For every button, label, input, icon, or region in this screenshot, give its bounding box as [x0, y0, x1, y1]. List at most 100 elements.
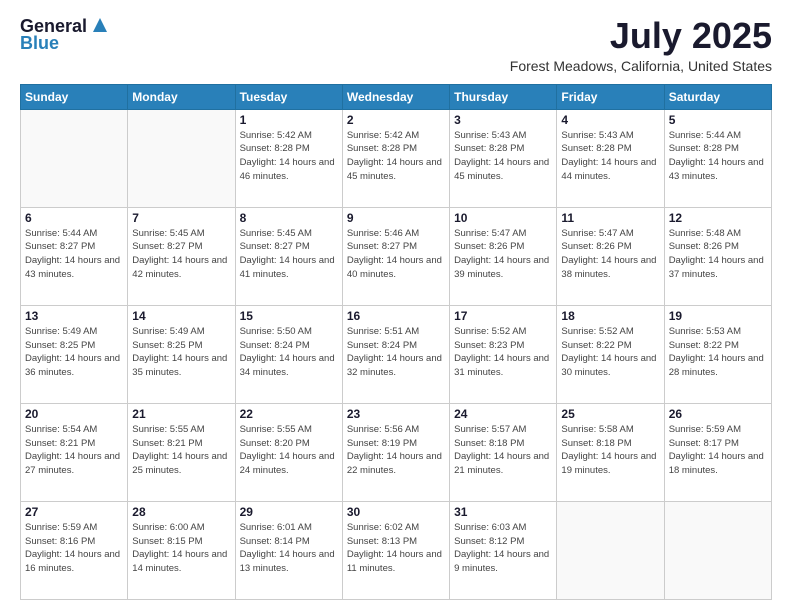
- day-number: 30: [347, 505, 445, 519]
- calendar-cell: 26 Sunrise: 5:59 AMSunset: 8:17 PMDayligh…: [664, 403, 771, 501]
- cell-content: Sunrise: 5:58 AMSunset: 8:18 PMDaylight:…: [561, 423, 659, 478]
- col-header-monday: Monday: [128, 84, 235, 109]
- cell-content: Sunrise: 5:59 AMSunset: 8:16 PMDaylight:…: [25, 521, 123, 576]
- cell-content: Sunrise: 5:52 AMSunset: 8:23 PMDaylight:…: [454, 325, 552, 380]
- calendar-header-row: SundayMondayTuesdayWednesdayThursdayFrid…: [21, 84, 772, 109]
- cell-content: Sunrise: 5:45 AMSunset: 8:27 PMDaylight:…: [240, 227, 338, 282]
- day-number: 5: [669, 113, 767, 127]
- title-month: July 2025: [510, 16, 772, 56]
- calendar-cell: 20Sunrise: 5:54 AMSunset: 8:21 PMDayligh…: [21, 403, 128, 501]
- calendar-week-2: 6Sunrise: 5:44 AMSunset: 8:27 PMDaylight…: [21, 207, 772, 305]
- cell-content: Sunrise: 5:42 AMSunset: 8:28 PMDaylight:…: [347, 129, 445, 184]
- calendar-cell: 15 Sunrise: 5:50 AMSunset: 8:24 PMDayligh…: [235, 305, 342, 403]
- calendar-cell: 23Sunrise: 5:56 AMSunset: 8:19 PMDayligh…: [342, 403, 449, 501]
- calendar-cell: 8 Sunrise: 5:45 AMSunset: 8:27 PMDaylight…: [235, 207, 342, 305]
- day-number: 10: [454, 211, 552, 225]
- day-number: 29: [240, 505, 338, 519]
- cell-content: Sunrise: 5:54 AMSunset: 8:21 PMDaylight:…: [25, 423, 123, 478]
- calendar-cell: 18 Sunrise: 5:52 AMSunset: 8:22 PMDayligh…: [557, 305, 664, 403]
- calendar-cell: 30 Sunrise: 6:02 AMSunset: 8:13 PMDayligh…: [342, 501, 449, 599]
- calendar-cell: 10 Sunrise: 5:47 AMSunset: 8:26 PMDayligh…: [450, 207, 557, 305]
- calendar-cell: 12Sunrise: 5:48 AMSunset: 8:26 PMDayligh…: [664, 207, 771, 305]
- calendar-week-1: 1 Sunrise: 5:42 AMSunset: 8:28 PMDaylight…: [21, 109, 772, 207]
- header: General Blue July 2025 Forest Meadows, C…: [20, 16, 772, 74]
- cell-content: Sunrise: 5:43 AMSunset: 8:28 PMDaylight:…: [454, 129, 552, 184]
- cell-content: Sunrise: 5:57 AMSunset: 8:18 PMDaylight:…: [454, 423, 552, 478]
- day-number: 1: [240, 113, 338, 127]
- calendar-cell: [664, 501, 771, 599]
- logo-blue: Blue: [20, 33, 59, 54]
- calendar-cell: 7 Sunrise: 5:45 AMSunset: 8:27 PMDaylight…: [128, 207, 235, 305]
- calendar-cell: [128, 109, 235, 207]
- cell-content: Sunrise: 5:49 AMSunset: 8:25 PMDaylight:…: [132, 325, 230, 380]
- calendar-week-5: 27 Sunrise: 5:59 AMSunset: 8:16 PMDayligh…: [21, 501, 772, 599]
- calendar-cell: [21, 109, 128, 207]
- cell-content: Sunrise: 5:51 AMSunset: 8:24 PMDaylight:…: [347, 325, 445, 380]
- calendar-cell: 16 Sunrise: 5:51 AMSunset: 8:24 PMDayligh…: [342, 305, 449, 403]
- calendar-cell: 4Sunrise: 5:43 AMSunset: 8:28 PMDaylight…: [557, 109, 664, 207]
- day-number: 2: [347, 113, 445, 127]
- calendar-cell: 22 Sunrise: 5:55 AMSunset: 8:20 PMDayligh…: [235, 403, 342, 501]
- calendar-cell: 21Sunrise: 5:55 AMSunset: 8:21 PMDayligh…: [128, 403, 235, 501]
- logo: General Blue: [20, 16, 111, 54]
- cell-content: Sunrise: 5:49 AMSunset: 8:25 PMDaylight:…: [25, 325, 123, 380]
- cell-content: Sunrise: 5:47 AMSunset: 8:26 PMDaylight:…: [454, 227, 552, 282]
- day-number: 28: [132, 505, 230, 519]
- cell-content: Sunrise: 6:02 AMSunset: 8:13 PMDaylight:…: [347, 521, 445, 576]
- logo-icon: [89, 14, 111, 36]
- cell-content: Sunrise: 5:50 AMSunset: 8:24 PMDaylight:…: [240, 325, 338, 380]
- calendar-cell: 1 Sunrise: 5:42 AMSunset: 8:28 PMDaylight…: [235, 109, 342, 207]
- day-number: 26: [669, 407, 767, 421]
- day-number: 19: [669, 309, 767, 323]
- calendar-cell: 19 Sunrise: 5:53 AMSunset: 8:22 PMDayligh…: [664, 305, 771, 403]
- cell-content: Sunrise: 5:45 AMSunset: 8:27 PMDaylight:…: [132, 227, 230, 282]
- calendar-cell: 3 Sunrise: 5:43 AMSunset: 8:28 PMDaylight…: [450, 109, 557, 207]
- day-number: 8: [240, 211, 338, 225]
- day-number: 24: [454, 407, 552, 421]
- cell-content: Sunrise: 5:43 AMSunset: 8:28 PMDaylight:…: [561, 129, 659, 184]
- calendar-cell: 2 Sunrise: 5:42 AMSunset: 8:28 PMDaylight…: [342, 109, 449, 207]
- page: General Blue July 2025 Forest Meadows, C…: [0, 0, 792, 612]
- cell-content: Sunrise: 5:53 AMSunset: 8:22 PMDaylight:…: [669, 325, 767, 380]
- calendar-cell: 28Sunrise: 6:00 AMSunset: 8:15 PMDayligh…: [128, 501, 235, 599]
- day-number: 12: [669, 211, 767, 225]
- cell-content: Sunrise: 5:52 AMSunset: 8:22 PMDaylight:…: [561, 325, 659, 380]
- cell-content: Sunrise: 5:46 AMSunset: 8:27 PMDaylight:…: [347, 227, 445, 282]
- calendar-cell: 17 Sunrise: 5:52 AMSunset: 8:23 PMDayligh…: [450, 305, 557, 403]
- calendar-cell: 24 Sunrise: 5:57 AMSunset: 8:18 PMDayligh…: [450, 403, 557, 501]
- title-location: Forest Meadows, California, United State…: [510, 58, 772, 74]
- day-number: 22: [240, 407, 338, 421]
- calendar-cell: 11 Sunrise: 5:47 AMSunset: 8:26 PMDayligh…: [557, 207, 664, 305]
- day-number: 7: [132, 211, 230, 225]
- calendar-table: SundayMondayTuesdayWednesdayThursdayFrid…: [20, 84, 772, 600]
- col-header-wednesday: Wednesday: [342, 84, 449, 109]
- title-block: July 2025 Forest Meadows, California, Un…: [510, 16, 772, 74]
- day-number: 31: [454, 505, 552, 519]
- cell-content: Sunrise: 5:55 AMSunset: 8:20 PMDaylight:…: [240, 423, 338, 478]
- day-number: 17: [454, 309, 552, 323]
- col-header-sunday: Sunday: [21, 84, 128, 109]
- cell-content: Sunrise: 5:59 AMSunset: 8:17 PMDaylight:…: [669, 423, 767, 478]
- col-header-tuesday: Tuesday: [235, 84, 342, 109]
- calendar-week-4: 20Sunrise: 5:54 AMSunset: 8:21 PMDayligh…: [21, 403, 772, 501]
- day-number: 16: [347, 309, 445, 323]
- calendar-cell: 14 Sunrise: 5:49 AMSunset: 8:25 PMDayligh…: [128, 305, 235, 403]
- day-number: 18: [561, 309, 659, 323]
- day-number: 15: [240, 309, 338, 323]
- day-number: 13: [25, 309, 123, 323]
- calendar-cell: 5Sunrise: 5:44 AMSunset: 8:28 PMDaylight…: [664, 109, 771, 207]
- calendar-cell: 29 Sunrise: 6:01 AMSunset: 8:14 PMDayligh…: [235, 501, 342, 599]
- day-number: 9: [347, 211, 445, 225]
- cell-content: Sunrise: 5:42 AMSunset: 8:28 PMDaylight:…: [240, 129, 338, 184]
- col-header-saturday: Saturday: [664, 84, 771, 109]
- cell-content: Sunrise: 5:44 AMSunset: 8:27 PMDaylight:…: [25, 227, 123, 282]
- calendar-cell: 27 Sunrise: 5:59 AMSunset: 8:16 PMDayligh…: [21, 501, 128, 599]
- day-number: 14: [132, 309, 230, 323]
- calendar-cell: 13 Sunrise: 5:49 AMSunset: 8:25 PMDayligh…: [21, 305, 128, 403]
- day-number: 3: [454, 113, 552, 127]
- cell-content: Sunrise: 5:47 AMSunset: 8:26 PMDaylight:…: [561, 227, 659, 282]
- cell-content: Sunrise: 6:01 AMSunset: 8:14 PMDaylight:…: [240, 521, 338, 576]
- day-number: 27: [25, 505, 123, 519]
- col-header-friday: Friday: [557, 84, 664, 109]
- day-number: 11: [561, 211, 659, 225]
